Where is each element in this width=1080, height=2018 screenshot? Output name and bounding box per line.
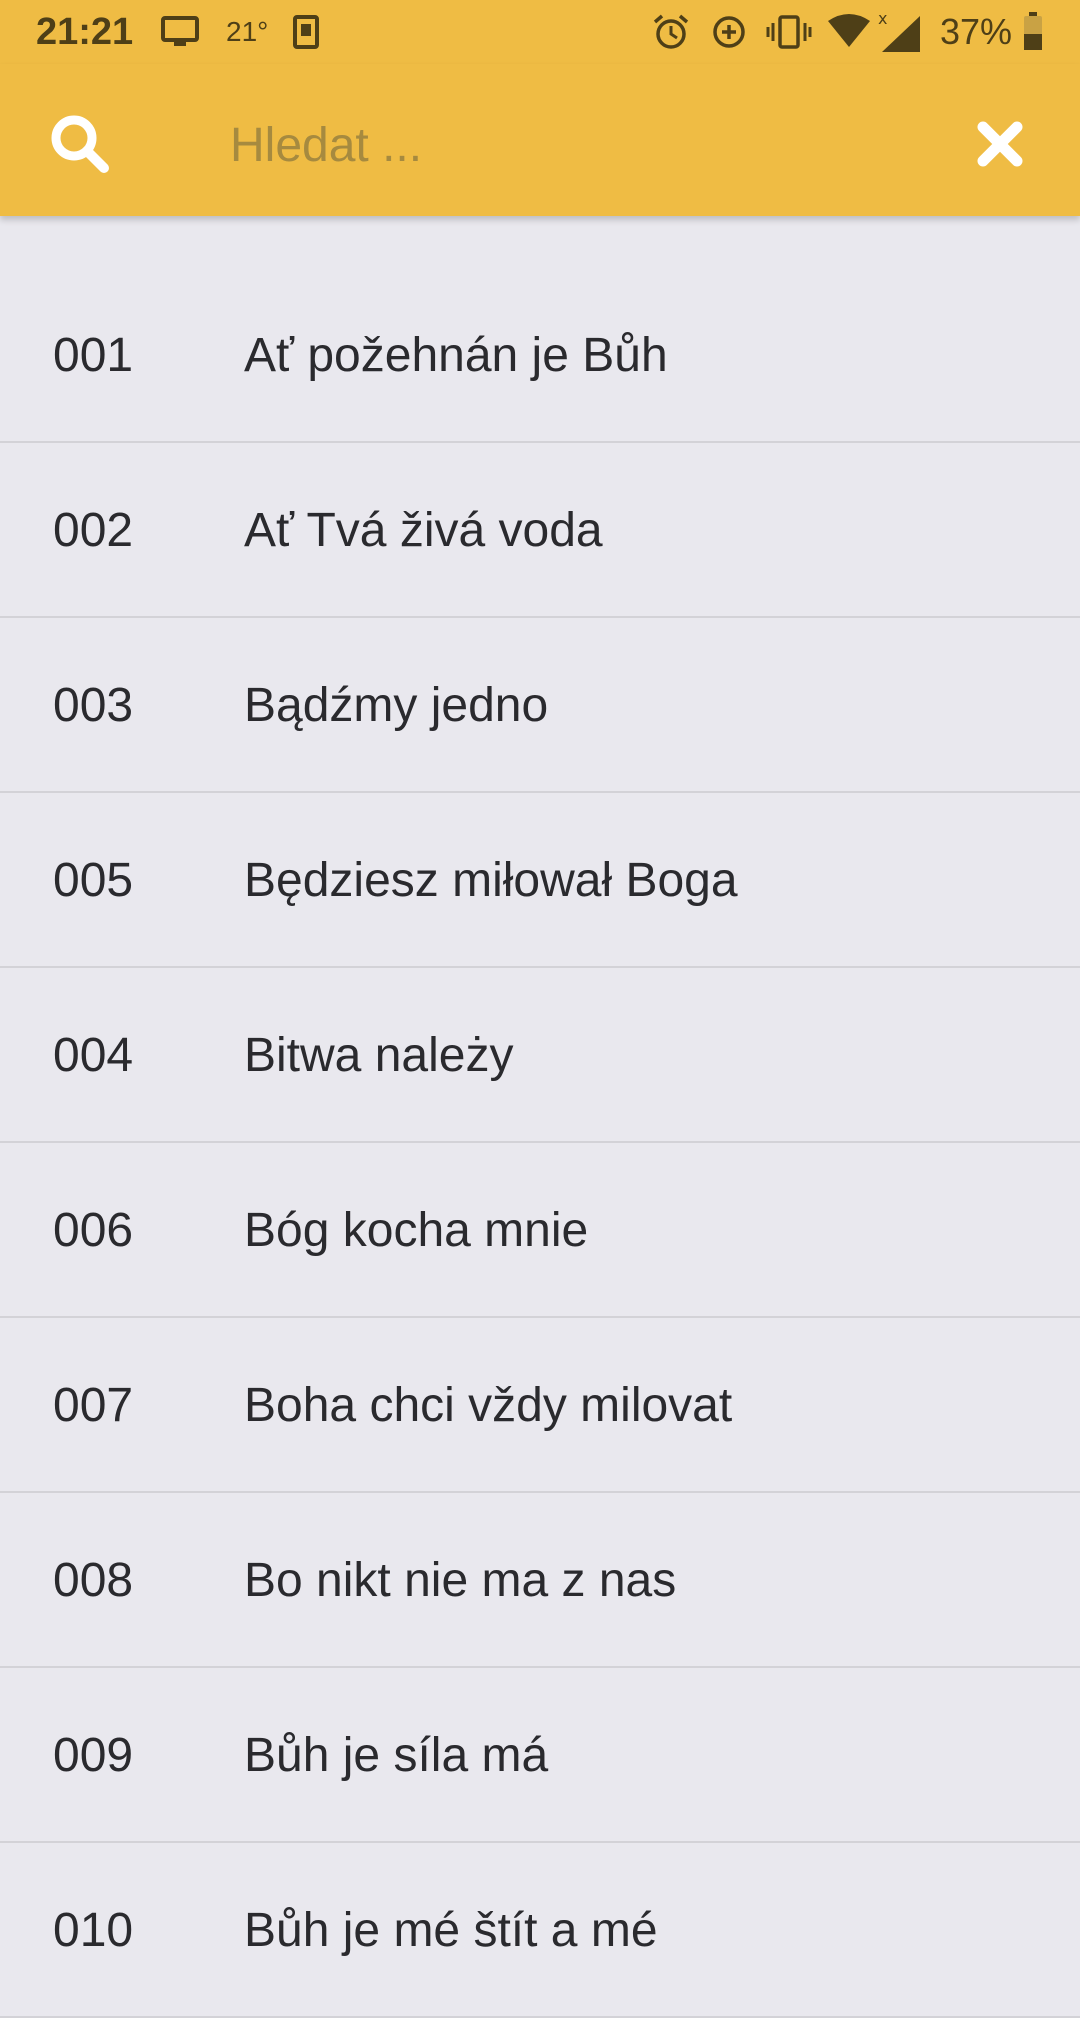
monitor-icon xyxy=(160,10,200,54)
search-icon xyxy=(51,115,109,173)
song-number: 002 xyxy=(53,504,134,557)
search-toolbar xyxy=(0,64,1080,216)
close-icon xyxy=(977,121,1023,167)
data-saver-icon xyxy=(710,10,748,54)
song-number: 005 xyxy=(53,854,134,907)
vibrate-icon xyxy=(766,10,812,54)
song-number: 001 xyxy=(53,329,134,382)
battery-icon xyxy=(1022,10,1044,54)
song-title: Bądźmy jedno xyxy=(244,679,549,732)
battery-percent: 37% xyxy=(940,11,1013,52)
alarm-icon xyxy=(652,10,690,54)
song-number: 010 xyxy=(53,1904,134,1957)
list-item[interactable]: 009 Bůh je síla má xyxy=(0,1668,1080,1843)
list-item[interactable]: 003 Bądźmy jedno xyxy=(0,618,1080,793)
search-button[interactable] xyxy=(40,104,120,184)
song-title: Bůh je mé štít a mé xyxy=(244,1904,658,1957)
status-bar: 21:21 21° x 37% xyxy=(0,0,1080,64)
list-item[interactable]: 001 Ať požehnán je Bůh xyxy=(0,268,1080,443)
song-title: Bóg kocha mnie xyxy=(244,1204,589,1257)
search-input[interactable] xyxy=(228,104,932,186)
list-item[interactable]: 002 Ať Tvá živá voda xyxy=(0,443,1080,618)
song-number: 003 xyxy=(53,679,134,732)
song-title: Bitwa należy xyxy=(244,1029,514,1082)
status-time: 21:21 xyxy=(36,10,134,53)
list-item[interactable]: 005 Będziesz miłował Boga xyxy=(0,793,1080,968)
list-item[interactable]: 004 Bitwa należy xyxy=(0,968,1080,1143)
song-list: 001 Ať požehnán je Bůh 002 Ať Tvá živá v… xyxy=(0,268,1080,2018)
status-temperature: 21° xyxy=(226,16,269,47)
song-number: 006 xyxy=(53,1204,134,1257)
song-title: Ať požehnán je Bůh xyxy=(244,329,668,382)
song-title: Boha chci vždy milovat xyxy=(244,1379,733,1432)
song-number: 008 xyxy=(53,1554,134,1607)
song-title: Bo nikt nie ma z nas xyxy=(244,1554,677,1607)
list-item[interactable]: 007 Boha chci vždy milovat xyxy=(0,1318,1080,1493)
song-number: 007 xyxy=(53,1379,134,1432)
wifi-icon xyxy=(826,10,872,54)
song-title: Będziesz miłował Boga xyxy=(244,854,738,907)
song-number: 004 xyxy=(53,1029,134,1082)
svg-text:x: x xyxy=(878,10,887,28)
kindle-icon xyxy=(292,10,320,54)
list-item[interactable]: 010 Bůh je mé štít a mé xyxy=(0,1843,1080,2018)
song-number: 009 xyxy=(53,1729,134,1782)
signal-icon: x xyxy=(876,10,924,54)
list-item[interactable]: 006 Bóg kocha mnie xyxy=(0,1143,1080,1318)
clear-search-button[interactable] xyxy=(960,104,1040,184)
list-item[interactable]: 008 Bo nikt nie ma z nas xyxy=(0,1493,1080,1668)
song-title: Ať Tvá živá voda xyxy=(244,504,603,557)
song-title: Bůh je síla má xyxy=(244,1729,549,1782)
